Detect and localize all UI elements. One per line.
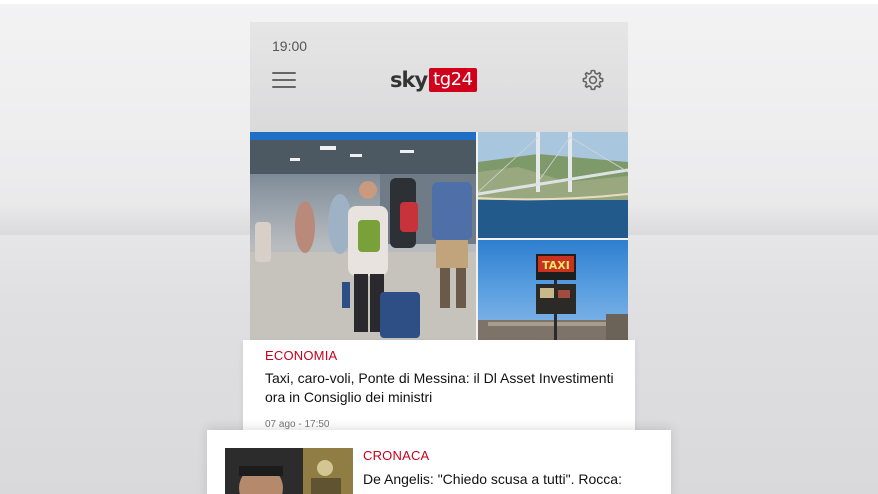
article-headline[interactable]: De Angelis: "Chiedo scusa a tutti". Rocc… <box>363 470 663 489</box>
svg-text:TAXI: TAXI <box>542 259 570 272</box>
news-image-collage[interactable]: TAXI <box>250 132 628 340</box>
article-card-cronaca[interactable]: CRONACA De Angelis: "Chiedo scusa a tutt… <box>207 430 671 494</box>
airport-travelers-photo <box>250 132 476 340</box>
article-date: 07 ago - 17:50 <box>265 419 330 430</box>
bridge-rendering-photo <box>478 132 628 238</box>
article-category[interactable]: ECONOMIA <box>265 348 337 363</box>
article-category[interactable]: CRONACA <box>363 448 429 463</box>
article-thumbnail <box>225 448 353 494</box>
logo-tg24: tg24 <box>429 68 477 92</box>
article-card-economia[interactable]: ECONOMIA Taxi, caro-voli, Ponte di Messi… <box>243 340 635 440</box>
app-header: 19:00 sky tg24 <box>250 22 628 132</box>
status-time: 19:00 <box>272 38 308 54</box>
sky-tg24-logo[interactable]: sky tg24 <box>390 67 477 93</box>
hamburger-icon[interactable] <box>272 72 296 88</box>
article-headline[interactable]: Taxi, caro-voli, Ponte di Messina: il Dl… <box>265 369 625 407</box>
taxi-sign-photo: TAXI <box>478 240 628 340</box>
gear-icon[interactable] <box>581 68 605 92</box>
logo-sky: sky <box>390 68 428 92</box>
top-strip <box>0 0 878 4</box>
